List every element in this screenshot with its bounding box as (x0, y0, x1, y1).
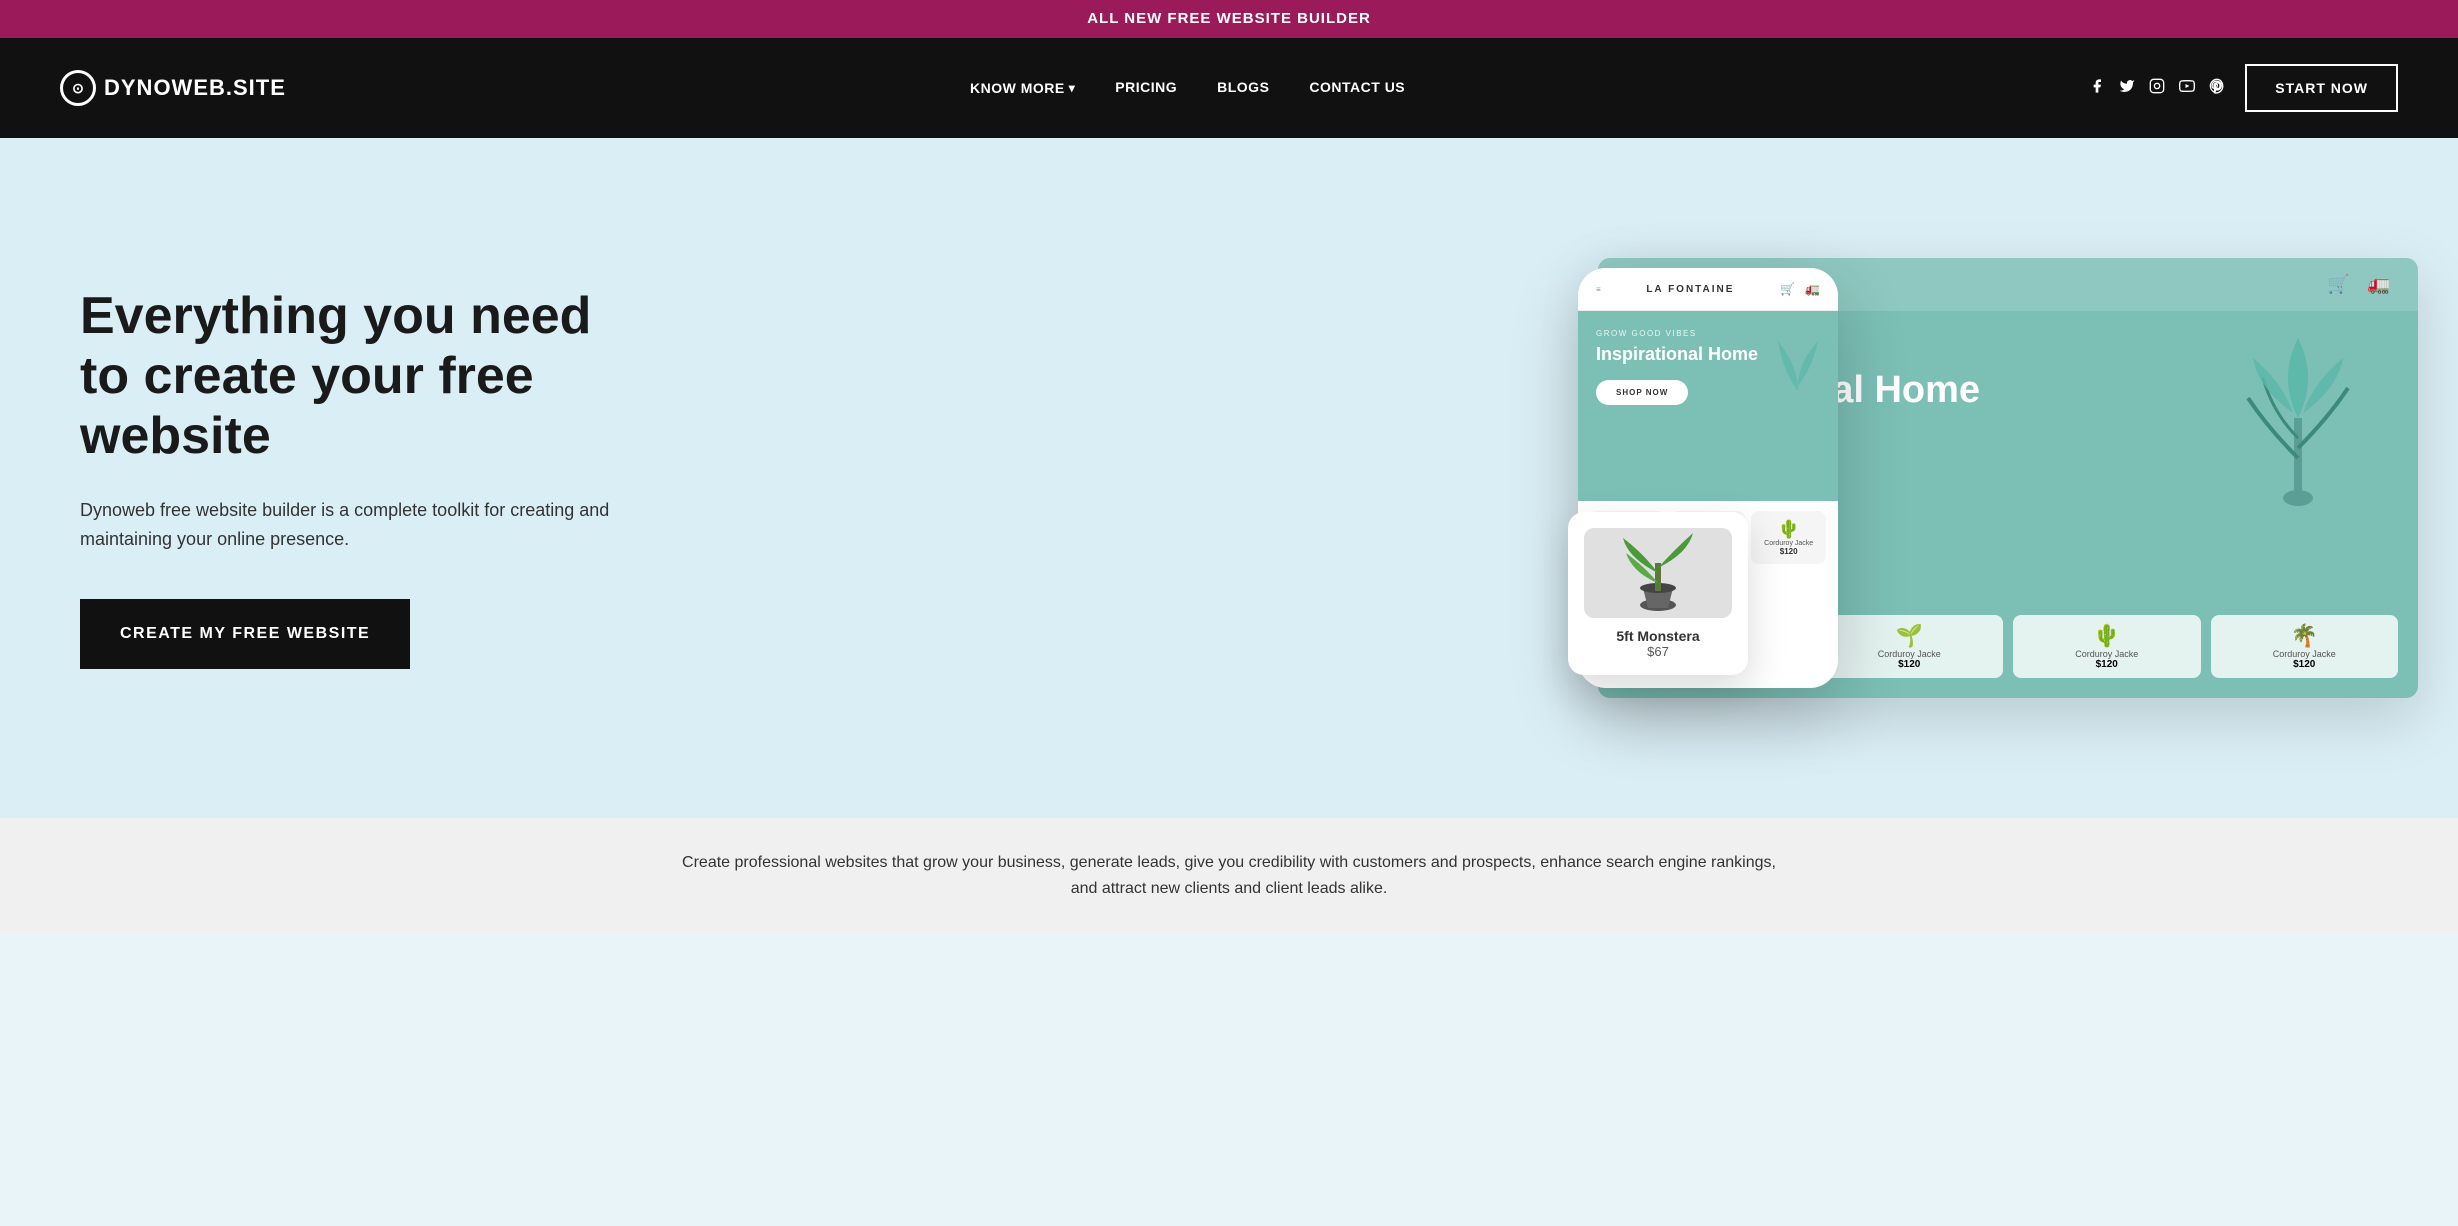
pinterest-icon[interactable] (2209, 78, 2225, 99)
mobile-delivery-icon: 🚛 (1805, 282, 1820, 296)
facebook-icon[interactable] (2089, 78, 2105, 99)
floating-product-image (1584, 528, 1732, 618)
start-now-button[interactable]: START NOW (2245, 64, 2398, 112)
youtube-icon[interactable] (2179, 78, 2195, 99)
nav-links: KNOW MORE PRICING BLOGS CONTACT US (970, 79, 1405, 97)
product-thumb-2: 🌱 Corduroy Jacke $120 (1816, 615, 2004, 678)
nav-link-know-more[interactable]: KNOW MORE (970, 80, 1075, 96)
hero-content: Everything you need to create your free … (80, 287, 640, 669)
mobile-shop-button[interactable]: SHOP NOW (1596, 380, 1688, 405)
navbar: ⊙ DYNOWEB.SITE KNOW MORE PRICING BLOGS C… (0, 38, 2458, 138)
product-thumb-3: 🌵 Corduroy Jacke $120 (2013, 615, 2201, 678)
banner-text: ALL NEW FREE WEBSITE BUILDER (1087, 10, 1371, 27)
cart-icon: 🛒 (2327, 274, 2349, 295)
floating-product-card: 5ft Monstera $67 (1568, 512, 1748, 675)
mobile-product-3: 🌵 Corduroy Jacke $120 (1751, 511, 1826, 564)
mobile-mockup-icons: 🛒 🚛 (1780, 282, 1820, 296)
hero-visual: LA FONTAINE 🛒 🚛 GROW GOOD VIBES Inspirat… (934, 138, 2458, 818)
floating-product-name: 5ft Monstera (1584, 628, 1732, 644)
delivery-icon: 🚛 (2368, 274, 2390, 295)
nav-link-blogs[interactable]: BLOGS (1217, 79, 1269, 95)
hero-description: Dynoweb free website builder is a comple… (80, 496, 640, 554)
monstera-plant-svg (1618, 533, 1698, 613)
nav-link-pricing[interactable]: PRICING (1115, 79, 1177, 95)
top-banner: ALL NEW FREE WEBSITE BUILDER (0, 0, 2458, 38)
hero-title: Everything you need to create your free … (80, 287, 640, 466)
mobile-plant-decoration (1768, 321, 1828, 401)
floating-product-price: $67 (1584, 644, 1732, 659)
mobile-brand-name: LA FONTAINE (1646, 284, 1734, 295)
social-icons (2089, 78, 2225, 99)
mobile-mockup-header: ≡ LA FONTAINE 🛒 🚛 (1578, 268, 1838, 311)
hero-section: Everything you need to create your free … (0, 138, 2458, 818)
nav-link-contact[interactable]: CONTACT US (1309, 79, 1405, 95)
twitter-icon[interactable] (2119, 78, 2135, 99)
logo[interactable]: ⊙ DYNOWEB.SITE (60, 70, 286, 106)
mobile-hero-bg: GROW GOOD VIBES Inspirational Home SHOP … (1578, 311, 1838, 501)
nav-item-pricing[interactable]: PRICING (1115, 79, 1177, 97)
nav-item-contact[interactable]: CONTACT US (1309, 79, 1405, 97)
logo-icon: ⊙ (60, 70, 96, 106)
logo-text: DYNOWEB.SITE (104, 75, 286, 101)
nav-item-blogs[interactable]: BLOGS (1217, 79, 1269, 97)
desktop-mockup-icons: 🛒 🚛 (2327, 274, 2390, 295)
nav-item-know-more[interactable]: KNOW MORE (970, 80, 1075, 96)
nav-right: START NOW (2089, 64, 2398, 112)
bottom-bar: Create professional websites that grow y… (0, 818, 2458, 933)
bottom-bar-text: Create professional websites that grow y… (679, 850, 1779, 901)
mobile-cart-icon: 🛒 (1780, 282, 1795, 296)
instagram-icon[interactable] (2149, 78, 2165, 99)
desktop-plant-1 (2238, 318, 2358, 518)
create-website-button[interactable]: CREATE MY FREE WEBSITE (80, 599, 410, 669)
product-thumb-4: 🌴 Corduroy Jacke $120 (2211, 615, 2399, 678)
